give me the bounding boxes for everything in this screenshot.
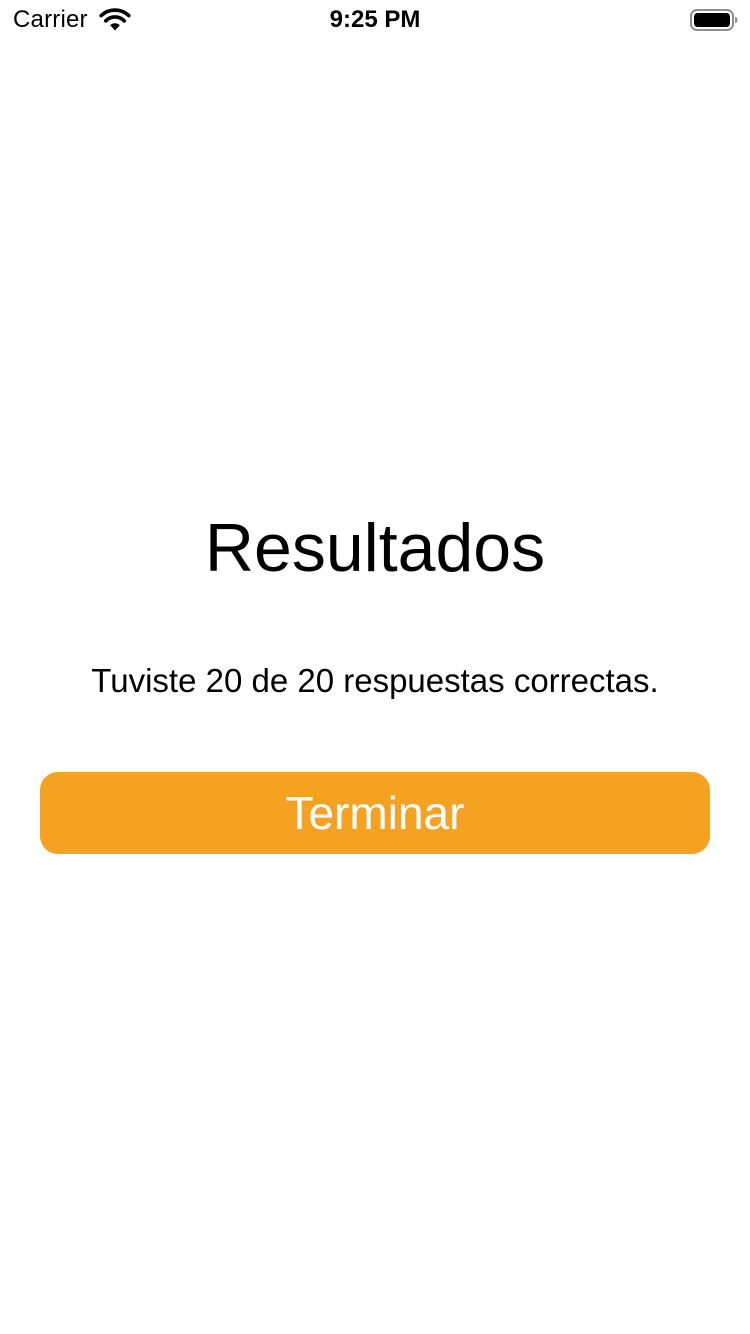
page-title: Resultados bbox=[204, 510, 546, 586]
battery-icon bbox=[690, 8, 738, 32]
status-time: 9:25 PM bbox=[329, 6, 421, 33]
result-summary: Tuviste 20 de 20 respuestas correctas. bbox=[91, 662, 659, 699]
status-bar: Carrier 9:25 PM bbox=[0, 0, 750, 40]
finish-button[interactable]: Terminar bbox=[40, 772, 710, 854]
